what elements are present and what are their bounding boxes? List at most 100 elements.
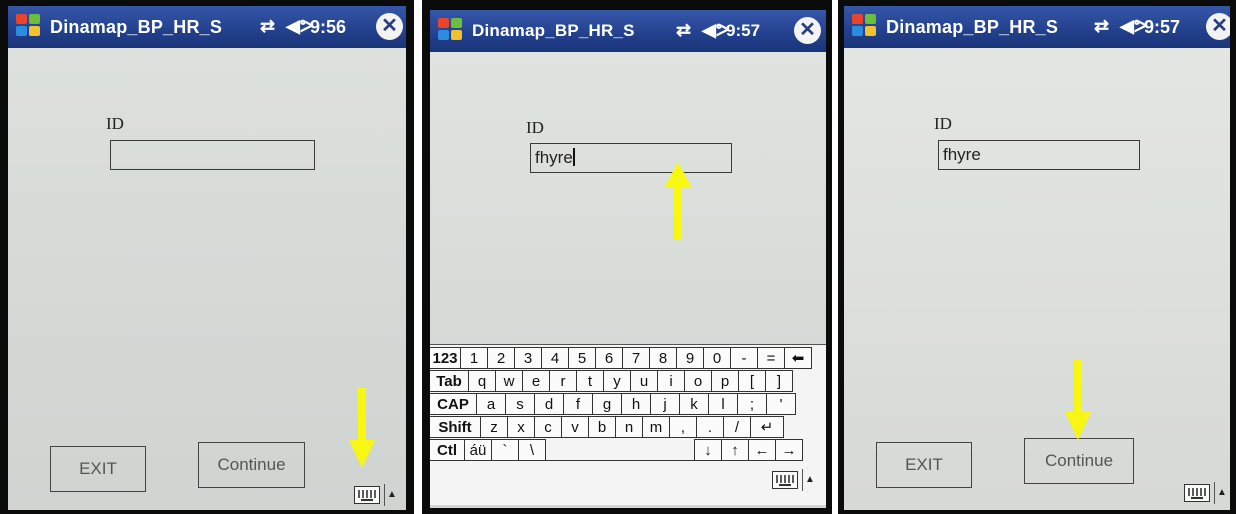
key[interactable]: d: [534, 393, 564, 415]
key[interactable]: \: [518, 439, 546, 461]
key[interactable]: p: [711, 370, 739, 392]
windows-start-icon[interactable]: [16, 14, 42, 38]
id-label: ID: [106, 114, 124, 133]
id-input-value: fhyre: [535, 148, 573, 167]
close-icon[interactable]: ✕: [376, 13, 403, 40]
key[interactable]: r: [549, 370, 577, 392]
clock[interactable]: 9:57: [726, 21, 760, 41]
key[interactable]: -: [730, 347, 758, 369]
keyboard-row-4: Shift z x c v b n m,. / ↵: [430, 416, 826, 438]
key[interactable]: o: [684, 370, 712, 392]
key[interactable]: 1: [460, 347, 488, 369]
clock[interactable]: 9:56: [310, 17, 346, 38]
exit-button[interactable]: EXIT: [50, 446, 146, 492]
key[interactable]: a: [476, 393, 506, 415]
key[interactable]: 2: [487, 347, 515, 369]
key[interactable]: c: [534, 416, 562, 438]
keyboard-row-3: CAP a s d f g h j k l; ': [430, 393, 826, 415]
key[interactable]: j: [650, 393, 680, 415]
key[interactable]: s: [505, 393, 535, 415]
key[interactable]: 7: [622, 347, 650, 369]
key[interactable]: 5: [568, 347, 596, 369]
key[interactable]: ←: [748, 439, 776, 461]
connectivity-icon[interactable]: ⇄: [676, 20, 691, 41]
key[interactable]: t: [576, 370, 604, 392]
key[interactable]: Tab: [430, 370, 469, 392]
key[interactable]: f: [563, 393, 593, 415]
windows-start-icon[interactable]: [438, 18, 464, 42]
key[interactable]: ]: [765, 370, 793, 392]
key[interactable]: [: [738, 370, 766, 392]
app-title: Dinamap_BP_HR_S: [472, 21, 635, 40]
input-menu-arrow-icon[interactable]: ▲: [384, 484, 399, 506]
key[interactable]: 4: [541, 347, 569, 369]
key[interactable]: ': [766, 393, 796, 415]
title-bar: Dinamap_BP_HR_S ⇄ ◀ᕗ 9:57 ✕: [430, 10, 826, 52]
volume-icon[interactable]: ◀ᕗ: [1120, 16, 1147, 37]
volume-icon[interactable]: ◀ᕗ: [702, 20, 729, 41]
key[interactable]: →: [775, 439, 803, 461]
key[interactable]: =: [757, 347, 785, 369]
input-menu-arrow-icon[interactable]: ▲: [802, 469, 817, 491]
key[interactable]: g: [592, 393, 622, 415]
key[interactable]: v: [561, 416, 589, 438]
keyboard-icon[interactable]: [772, 471, 798, 489]
key[interactable]: .: [696, 416, 724, 438]
close-icon[interactable]: ✕: [1206, 13, 1230, 40]
keyboard-icon[interactable]: [354, 486, 380, 504]
volume-icon[interactable]: ◀ᕗ: [286, 16, 313, 37]
key[interactable]: 3: [514, 347, 542, 369]
key[interactable]: ,: [669, 416, 697, 438]
title-bar: Dinamap_BP_HR_S ⇄ ◀ᕗ 9:56 ✕: [8, 6, 406, 48]
keyboard-icon[interactable]: [1184, 484, 1210, 502]
id-input[interactable]: fhyre: [938, 140, 1140, 170]
id-label: ID: [934, 114, 952, 133]
id-input[interactable]: [110, 140, 315, 170]
key[interactable]: w: [495, 370, 523, 392]
app-title: Dinamap_BP_HR_S: [886, 17, 1059, 37]
key[interactable]: 9: [676, 347, 704, 369]
key[interactable]: CAP: [430, 393, 477, 415]
connectivity-icon[interactable]: ⇄: [260, 16, 275, 37]
key[interactable]: b: [588, 416, 616, 438]
key[interactable]: /: [723, 416, 751, 438]
key[interactable]: 123: [430, 347, 461, 369]
key[interactable]: áü: [464, 439, 492, 461]
key[interactable]: y: [603, 370, 631, 392]
close-icon[interactable]: ✕: [794, 17, 821, 44]
key[interactable]: 8: [649, 347, 677, 369]
device-screen: Dinamap_BP_HR_S ⇄ ◀ᕗ 9:57 ✕ ID fhyre EXI…: [844, 6, 1230, 510]
key[interactable]: k: [679, 393, 709, 415]
clock[interactable]: 9:57: [1144, 17, 1180, 38]
connectivity-icon[interactable]: ⇄: [1094, 16, 1109, 37]
device-screen: Dinamap_BP_HR_S ⇄ ◀ᕗ 9:57 ✕ ID fhyre 123…: [430, 10, 826, 508]
key[interactable]: ↑: [721, 439, 749, 461]
key[interactable]: ↓: [694, 439, 722, 461]
input-menu-arrow-icon[interactable]: ▲: [1214, 482, 1229, 504]
key[interactable]: z: [480, 416, 508, 438]
key[interactable]: h: [621, 393, 651, 415]
key[interactable]: e: [522, 370, 550, 392]
key[interactable]: ;: [737, 393, 767, 415]
continue-button[interactable]: Continue: [1024, 438, 1134, 484]
key[interactable]: u: [630, 370, 658, 392]
key[interactable]: ↵: [750, 416, 784, 438]
exit-button[interactable]: EXIT: [876, 442, 972, 488]
key[interactable]: 0: [703, 347, 731, 369]
key[interactable]: 6: [595, 347, 623, 369]
key[interactable]: Ctl: [430, 439, 465, 461]
key-space[interactable]: [545, 439, 695, 461]
key[interactable]: m: [642, 416, 670, 438]
key[interactable]: `: [491, 439, 519, 461]
continue-button[interactable]: Continue: [198, 442, 305, 488]
id-input[interactable]: fhyre: [530, 143, 732, 173]
windows-start-icon[interactable]: [852, 14, 878, 38]
key[interactable]: l: [708, 393, 738, 415]
key[interactable]: i: [657, 370, 685, 392]
key[interactable]: Shift: [430, 416, 481, 438]
key[interactable]: ⬅: [784, 347, 812, 369]
key[interactable]: n: [615, 416, 643, 438]
key[interactable]: q: [468, 370, 496, 392]
key[interactable]: x: [507, 416, 535, 438]
title-bar: Dinamap_BP_HR_S ⇄ ◀ᕗ 9:57 ✕: [844, 6, 1230, 48]
